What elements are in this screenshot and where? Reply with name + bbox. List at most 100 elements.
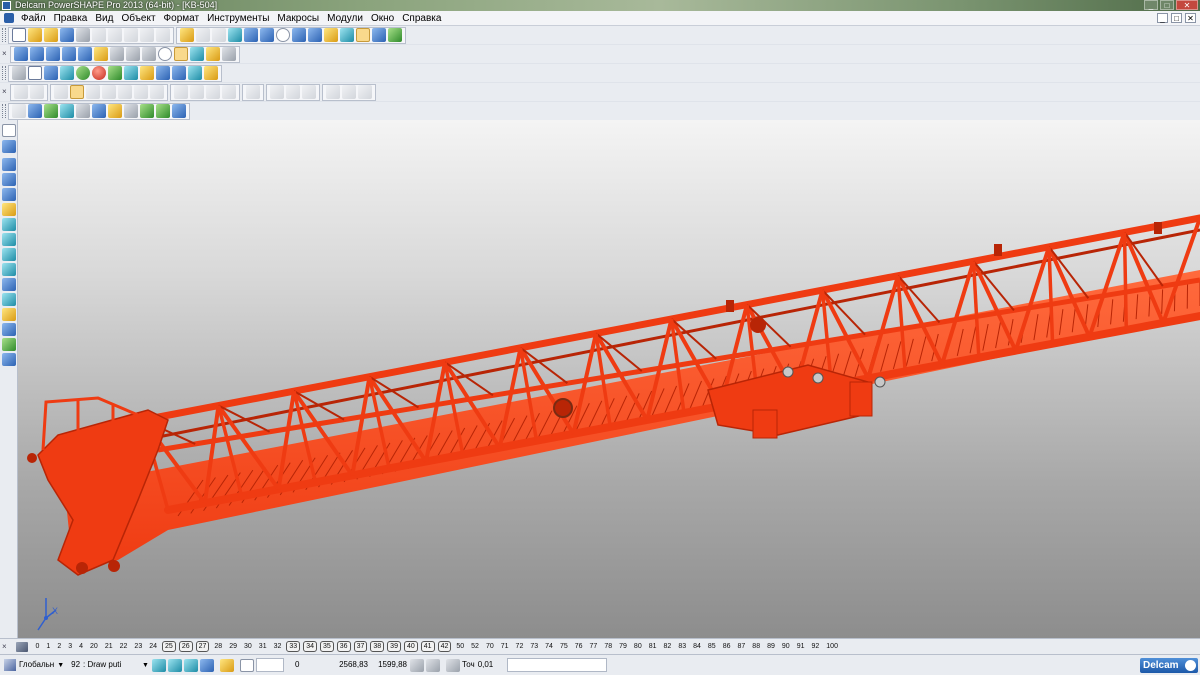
doc-restore-button[interactable]: □: [1171, 13, 1182, 23]
level-button[interactable]: 73: [528, 642, 540, 651]
extrude-icon[interactable]: [174, 85, 188, 99]
solid-mirror-icon[interactable]: [156, 104, 170, 118]
level-button[interactable]: 91: [795, 642, 807, 651]
coord-z-field[interactable]: 1599,88: [371, 658, 407, 672]
level-button[interactable]: 4: [77, 642, 85, 651]
toolbar-grip[interactable]: [2, 104, 6, 118]
analysis-tool-icon[interactable]: [2, 338, 16, 351]
primitive-plane-icon[interactable]: [54, 85, 68, 99]
menu-object[interactable]: Объект: [117, 11, 159, 26]
level-button[interactable]: 25: [162, 641, 176, 652]
view-iso2-icon[interactable]: [30, 47, 44, 61]
crane-boom-model[interactable]: X: [18, 120, 1200, 638]
wand-icon[interactable]: [388, 28, 402, 42]
level-button[interactable]: 41: [420, 641, 435, 652]
level-button[interactable]: 26: [178, 641, 193, 652]
line-icon[interactable]: [244, 28, 258, 42]
level-button[interactable]: 31: [257, 642, 269, 651]
close-button[interactable]: ✕: [1176, 0, 1198, 10]
level-button[interactable]: 28: [212, 642, 224, 651]
menu-format[interactable]: Формат: [160, 11, 204, 26]
circle-icon[interactable]: [276, 28, 290, 42]
fillet-icon[interactable]: [246, 85, 260, 99]
level-button[interactable]: 21: [103, 642, 115, 651]
general-edits-icon[interactable]: [151, 658, 166, 672]
hand-icon[interactable]: [222, 47, 236, 61]
level-button[interactable]: 34: [303, 641, 317, 652]
open-file-icon[interactable]: [28, 28, 42, 42]
view-cube-icon[interactable]: [62, 47, 76, 61]
level-button[interactable]: 0: [34, 642, 42, 651]
level-button[interactable]: 78: [602, 642, 614, 651]
snap-mode-icon[interactable]: [183, 658, 198, 672]
surface-tool-icon[interactable]: [2, 248, 16, 261]
split-icon[interactable]: [302, 85, 316, 99]
levelbar-close-icon[interactable]: ×: [2, 642, 12, 651]
level-button[interactable]: 90: [780, 642, 792, 651]
toolbar-close-icon[interactable]: ×: [2, 85, 10, 99]
level-button[interactable]: 85: [706, 642, 718, 651]
solid-select-icon[interactable]: [12, 104, 26, 118]
menu-tools[interactable]: Инструменты: [203, 11, 273, 26]
level-button[interactable]: 30: [242, 642, 254, 651]
select-mode-icon[interactable]: [167, 658, 182, 672]
delete-icon[interactable]: [140, 28, 154, 42]
primitive-torus-icon[interactable]: [134, 85, 148, 99]
layer-icon[interactable]: [60, 66, 74, 80]
menu-help[interactable]: Справка: [398, 11, 445, 26]
paste-icon[interactable]: [124, 28, 138, 42]
solid-block-icon[interactable]: [44, 104, 58, 118]
level-button[interactable]: 32: [272, 642, 284, 651]
level-button[interactable]: 29: [227, 642, 239, 651]
green-sphere-icon[interactable]: [76, 66, 90, 80]
level-button[interactable]: 89: [765, 642, 777, 651]
boolean-sub-icon[interactable]: [342, 85, 356, 99]
level-button[interactable]: 33: [286, 641, 301, 652]
arc-icon[interactable]: [308, 28, 322, 42]
level-select[interactable]: : Draw puti: [83, 658, 139, 672]
view-ortho-icon[interactable]: [78, 47, 92, 61]
grid-icon[interactable]: [156, 66, 170, 80]
level-button[interactable]: 39: [387, 641, 401, 652]
curve-tool-icon[interactable]: [2, 233, 16, 246]
doc-close-button[interactable]: ✕: [1185, 13, 1196, 23]
level-button[interactable]: 24: [147, 642, 159, 651]
select-icon[interactable]: [228, 28, 242, 42]
level-button[interactable]: 70: [484, 642, 496, 651]
revolve-icon[interactable]: [190, 85, 204, 99]
workplane-select[interactable]: Глобальн: [19, 658, 54, 672]
tolerance-field[interactable]: 0,01: [478, 658, 504, 672]
calculator-icon[interactable]: [12, 66, 26, 80]
trim-icon[interactable]: [286, 85, 300, 99]
lighting-icon[interactable]: [206, 47, 220, 61]
menu-file[interactable]: Файл: [17, 11, 50, 26]
electrode-tool-icon[interactable]: [2, 293, 16, 306]
solid-rule-icon[interactable]: [140, 104, 154, 118]
level-button[interactable]: 80: [632, 642, 644, 651]
menu-window[interactable]: Окно: [367, 11, 398, 26]
level-button[interactable]: 82: [662, 642, 674, 651]
dimension-tool-icon[interactable]: [2, 308, 16, 321]
assembly-tool-icon[interactable]: [2, 353, 16, 366]
save-icon[interactable]: [60, 28, 74, 42]
toolbar-grip[interactable]: [2, 66, 6, 80]
level-button[interactable]: 2: [55, 642, 63, 651]
solid-hole-icon[interactable]: [76, 104, 90, 118]
toolbar-close-icon[interactable]: ×: [2, 47, 10, 61]
solid-feature-icon[interactable]: [60, 104, 74, 118]
level-button[interactable]: 37: [353, 641, 368, 652]
boolean-add-icon[interactable]: [326, 85, 340, 99]
solid-pattern-icon[interactable]: [124, 104, 138, 118]
level-button[interactable]: 3: [66, 642, 74, 651]
solid-shell-icon[interactable]: [92, 104, 106, 118]
delcam-logo[interactable]: Delcam: [1140, 658, 1198, 673]
open-recent-icon[interactable]: [44, 28, 58, 42]
repeat-icon[interactable]: [212, 28, 226, 42]
rotate-icon[interactable]: [158, 47, 172, 61]
mesh-tool-icon[interactable]: [2, 278, 16, 291]
level-button[interactable]: 75: [558, 642, 570, 651]
level-button[interactable]: 100: [824, 642, 840, 651]
new-file-icon[interactable]: [12, 28, 26, 42]
workplane-status-icon[interactable]: [4, 659, 16, 671]
zoom-in-icon[interactable]: [110, 47, 124, 61]
